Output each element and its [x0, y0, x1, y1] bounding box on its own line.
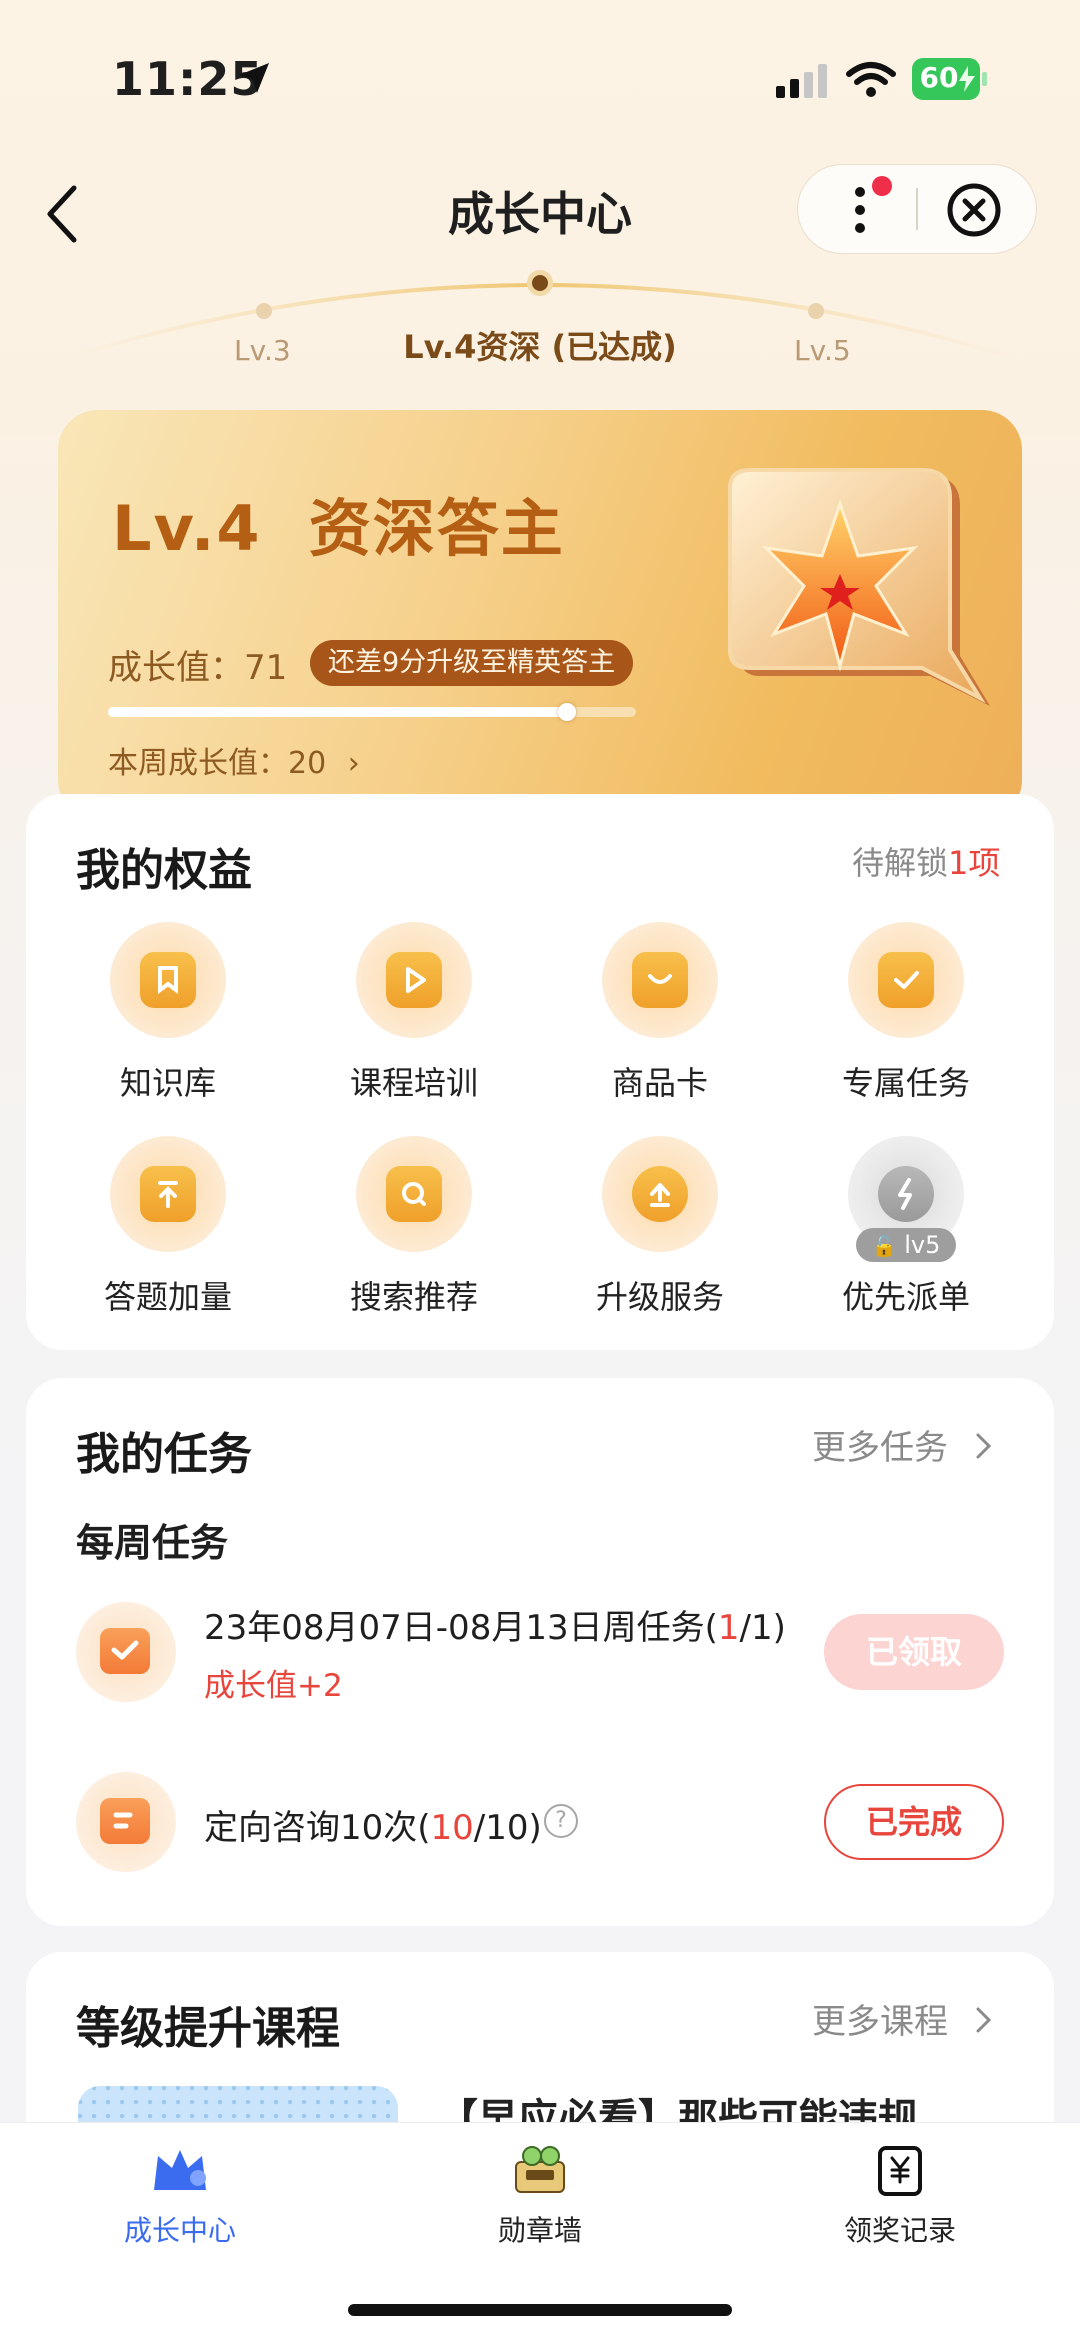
claimed-button[interactable]: 已领取 — [824, 1614, 1004, 1690]
consult-task-icon — [76, 1772, 176, 1872]
weekly-growth-label: 本周成长值：20 — [108, 746, 327, 781]
benefit-label: 升级服务 — [595, 1278, 724, 1316]
courses-title: 等级提升课程 — [76, 2003, 340, 2054]
task-progress-done: 10 — [430, 1808, 474, 1848]
tab-growth-center[interactable]: 成长中心 — [70, 2142, 290, 2249]
lock-icon: 🔓 — [871, 1234, 897, 1258]
chevron-right-icon — [976, 2007, 991, 2033]
lock-badge: 🔓 lv5 — [856, 1228, 956, 1262]
growth-value: 成长值：71 — [108, 648, 288, 688]
location-arrow-icon — [239, 63, 269, 93]
benefit-upgrade-service[interactable] — [602, 1136, 718, 1252]
chevron-right-icon: › — [347, 746, 360, 781]
crown-icon — [154, 2150, 206, 2190]
cellular-signal-icon — [776, 64, 827, 98]
weekly-growth-link[interactable]: 本周成长值：20 › — [108, 738, 360, 782]
task-name-text: 23年08月07日-08月13日周任务( — [204, 1608, 718, 1648]
upgrade-icon — [602, 1136, 718, 1252]
course-play-icon — [356, 922, 472, 1038]
more-courses-label: 更多课程 — [812, 2002, 948, 2042]
help-icon[interactable]: ? — [544, 1804, 578, 1838]
level-current: Lv.4资深 (已达成) — [403, 328, 677, 366]
benefit-label: 专属任务 — [841, 1064, 970, 1102]
task-progress-total: /1) — [739, 1608, 786, 1648]
benefit-label: 答题加量 — [103, 1278, 232, 1316]
tab-label: 领奖记录 — [843, 2214, 956, 2247]
lock-level: lv5 — [904, 1231, 941, 1259]
shopping-bag-icon — [602, 922, 718, 1038]
task-name-text: 定向咨询10次( — [204, 1808, 431, 1848]
task-progress-total: /10) — [473, 1808, 542, 1848]
chevron-right-icon — [976, 1433, 991, 1459]
benefit-search-recommend[interactable] — [356, 1136, 472, 1252]
tab-reward-records[interactable]: 领奖记录 — [790, 2142, 1010, 2249]
task-progress-done: 1 — [717, 1608, 740, 1648]
benefit-label: 商品卡 — [611, 1064, 708, 1102]
benefit-knowledge[interactable] — [110, 922, 226, 1038]
notification-dot — [872, 176, 892, 196]
tab-label: 勋章墙 — [497, 2214, 582, 2247]
benefit-exclusive-task[interactable] — [848, 922, 964, 1038]
level-title: Lv.4 资深答主 — [112, 492, 565, 565]
growth-progress-fill — [108, 707, 568, 717]
benefit-course[interactable] — [356, 922, 472, 1038]
tasks-title: 我的任务 — [76, 1429, 252, 1480]
weekly-tasks-heading: 每周任务 — [76, 1521, 229, 1565]
completed-button[interactable]: 已完成 — [824, 1784, 1004, 1860]
pending-prefix: 待解锁 — [852, 844, 949, 882]
benefit-label: 搜索推荐 — [349, 1278, 478, 1316]
search-icon — [356, 1136, 472, 1252]
wifi-icon — [846, 62, 896, 97]
close-icon[interactable] — [946, 182, 1002, 238]
upload-arrow-icon — [110, 1136, 226, 1252]
more-tasks-label: 更多任务 — [812, 1428, 948, 1468]
capsule-divider — [916, 188, 918, 230]
yuan-receipt-icon — [878, 2146, 922, 2196]
upgrade-gap-badge: 还差9分升级至精英答主 — [310, 640, 634, 686]
more-tasks-link[interactable]: 更多任务 — [812, 1420, 995, 1469]
task-reward: 成长值+2 — [204, 1668, 343, 1704]
pending-count: 1项 — [948, 844, 1001, 882]
level-medal-icon — [728, 468, 990, 706]
benefit-label: 知识库 — [119, 1064, 216, 1102]
home-indicator — [348, 2304, 732, 2316]
charging-bolt-icon — [959, 66, 975, 92]
more-courses-link[interactable]: 更多课程 — [812, 1994, 995, 2043]
badge-wall-icon — [515, 2146, 565, 2193]
benefit-label: 优先派单 — [841, 1278, 970, 1316]
tab-label: 成长中心 — [123, 2214, 236, 2247]
benefit-product-card[interactable] — [602, 922, 718, 1038]
tab-badge-wall[interactable]: 勋章墙 — [430, 2142, 650, 2249]
benefit-answer-boost[interactable] — [110, 1136, 226, 1252]
battery-level: 60 — [919, 61, 959, 94]
benefits-title: 我的权益 — [76, 845, 252, 896]
knowledge-icon — [110, 922, 226, 1038]
battery-indicator: 60 — [912, 58, 988, 100]
task-name: 定向咨询10次(10/10) — [204, 1800, 542, 1849]
benefits-pending[interactable]: 待解锁1项 — [852, 838, 1000, 884]
level-next: Lv.5 — [794, 334, 851, 367]
task-check-icon — [848, 922, 964, 1038]
weekly-task-icon — [76, 1602, 176, 1702]
task-name: 23年08月07日-08月13日周任务(1/1) — [204, 1600, 786, 1649]
benefit-label: 课程培训 — [349, 1064, 478, 1102]
